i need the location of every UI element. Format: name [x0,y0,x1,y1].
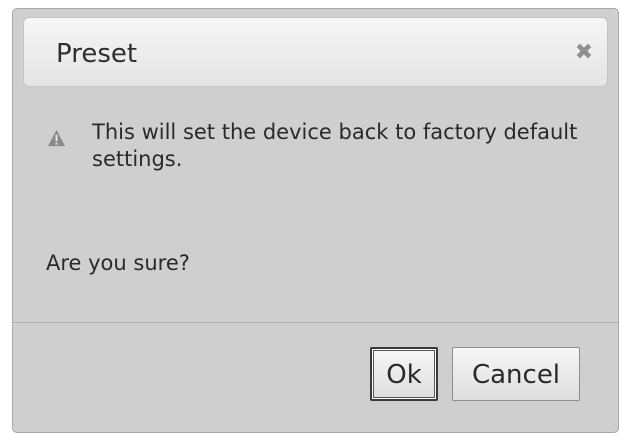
close-icon[interactable]: ✖ [573,42,595,64]
preset-dialog: Preset ✖ This will set the device back t… [12,8,619,433]
ok-button[interactable]: Ok [370,347,438,401]
dialog-title: Preset [56,39,138,69]
cancel-button[interactable]: Cancel [452,347,580,401]
warning-message: This will set the device back to factory… [92,120,578,171]
confirm-question: Are you sure? [46,251,190,275]
warning-icon [47,129,66,147]
footer-divider [13,322,618,323]
dialog-titlebar: Preset ✖ [23,17,608,87]
